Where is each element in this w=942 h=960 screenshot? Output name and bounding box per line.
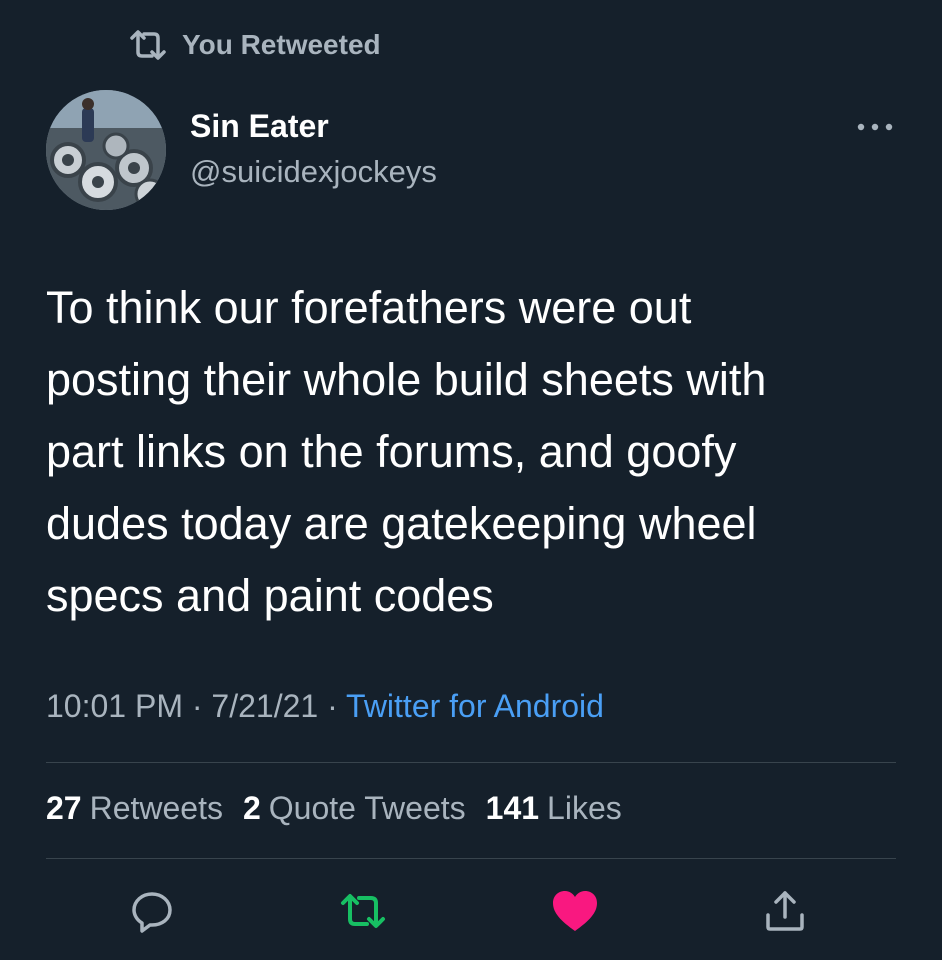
retweet-button[interactable]	[336, 884, 390, 938]
like-button[interactable]	[548, 884, 602, 938]
retweets-count: 27	[46, 790, 82, 826]
tweet-detail: You Retweeted Sin Eater @suicidexjockeys…	[0, 0, 942, 960]
heart-icon	[553, 891, 597, 931]
tweet-stats: 27 Retweets 2 Quote Tweets 141 Likes	[46, 790, 622, 827]
likes-label: Likes	[547, 790, 622, 826]
retweet-context: You Retweeted	[128, 28, 381, 62]
avatar-photo	[46, 90, 166, 210]
quotes-count: 2	[242, 790, 261, 826]
retweet-context-label: You Retweeted	[182, 29, 381, 60]
likes-count: 141	[485, 790, 540, 826]
reply-button[interactable]	[125, 884, 179, 938]
reply-icon	[132, 892, 172, 933]
avatar[interactable]	[46, 90, 166, 210]
quotes-stat[interactable]: 2 Quote Tweets	[243, 790, 466, 827]
retweet-icon	[341, 894, 385, 928]
tweet-meta: 10:01 PM · 7/21/21 · Twitter for Android	[46, 688, 604, 725]
tweet-date[interactable]: 7/21/21	[211, 688, 318, 724]
quotes-label: Quote Tweets	[268, 790, 466, 826]
divider	[46, 858, 896, 859]
retweets-stat[interactable]: 27 Retweets	[46, 790, 223, 827]
retweets-label: Retweets	[89, 790, 223, 826]
author-handle[interactable]: @suicidexjockeys	[190, 154, 437, 190]
more-icon	[857, 123, 893, 131]
more-options-button[interactable]	[852, 110, 898, 144]
retweet-icon	[130, 30, 166, 60]
share-icon	[766, 891, 804, 931]
author-name[interactable]: Sin Eater	[190, 108, 329, 145]
likes-stat[interactable]: 141 Likes	[486, 790, 622, 827]
tweet-text: To think our forefathers were out postin…	[46, 282, 767, 621]
divider	[46, 762, 896, 763]
tweet-time[interactable]: 10:01 PM	[46, 688, 183, 724]
share-button[interactable]	[758, 884, 812, 938]
meta-separator: ·	[318, 688, 347, 724]
tweet-source-link[interactable]: Twitter for Android	[346, 688, 604, 724]
meta-separator: ·	[182, 688, 212, 724]
